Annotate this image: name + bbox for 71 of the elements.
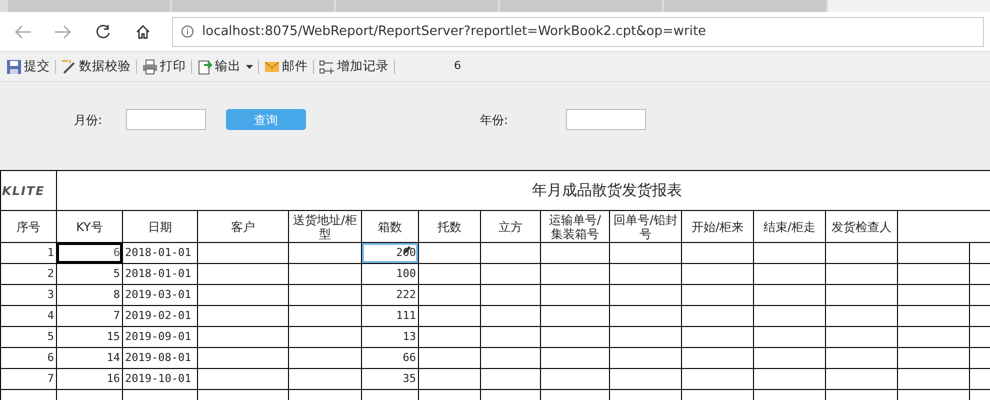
address-bar[interactable]: localhost:8075/WebReport/ReportServer?reportlet=WorkBook2.cpt&op=write: [172, 16, 984, 46]
info-icon: [181, 25, 194, 38]
month-label: 月份:: [74, 112, 102, 128]
print-button[interactable]: 打印: [138, 57, 190, 76]
add-record-icon: [319, 58, 335, 74]
table-cell: 3: [0, 284, 56, 306]
table-cell: 14: [56, 348, 122, 368]
table-cell: 222: [362, 284, 418, 306]
table-cell: 2019-03-01: [122, 284, 198, 306]
year-input[interactable]: [566, 109, 646, 130]
back-arrow-icon: [14, 24, 32, 40]
refresh-icon: [95, 24, 111, 40]
page-number: 6: [454, 58, 461, 74]
export-button[interactable]: 输出: [193, 57, 257, 76]
table-cell: 35: [362, 368, 418, 390]
column-header: 日期: [122, 210, 198, 242]
table-cell: 13: [362, 326, 418, 348]
table-cell: 2019-10-01: [122, 368, 198, 390]
column-header: 回单号/铅封号: [610, 210, 682, 242]
forward-arrow-icon: [54, 24, 72, 40]
submit-button[interactable]: 提交: [2, 57, 54, 76]
logo: KLITE: [0, 170, 56, 210]
column-header: 序号: [0, 210, 56, 242]
add-record-button[interactable]: 增加记录: [315, 57, 393, 76]
wand-icon: [61, 58, 77, 74]
column-header: 客户: [198, 210, 288, 242]
table-cell: 2: [0, 264, 56, 284]
browser-tab[interactable]: [664, 0, 826, 12]
year-label: 年份:: [480, 112, 508, 128]
table-cell: 2019-09-01: [122, 326, 198, 348]
column-header: 运输单号/集装箱号: [540, 210, 610, 242]
table-cell: 16: [56, 368, 122, 390]
printer-icon: [142, 58, 158, 74]
report-title: 年月成品散货发货报表: [56, 170, 990, 210]
browser-tab[interactable]: [828, 0, 990, 12]
column-header: 开始/柜来: [682, 210, 754, 242]
table-cell: 2018-01-01: [122, 242, 198, 264]
validate-button[interactable]: 数据校验: [57, 57, 135, 76]
browser-tab[interactable]: [8, 0, 170, 12]
table-cell: 8: [56, 284, 122, 306]
table-cell: 4: [0, 306, 56, 326]
browser-tab[interactable]: [336, 0, 498, 12]
table-cell: 5: [0, 326, 56, 348]
save-icon: [6, 58, 22, 74]
table-cell: 2019-08-01: [122, 348, 198, 368]
column-header: 箱数: [362, 210, 418, 242]
table-cell: 7: [0, 368, 56, 390]
browser-tab[interactable]: [172, 0, 334, 12]
column-header: 送货地址/柜型: [288, 210, 362, 242]
table-cell: 111: [362, 306, 418, 326]
table-cell: 100: [362, 264, 418, 284]
month-input[interactable]: [126, 109, 206, 130]
mail-button[interactable]: 邮件: [260, 57, 312, 76]
table-cell: 6: [56, 242, 122, 264]
column-header: 结束/柜走: [754, 210, 826, 242]
table-cell: 5: [56, 264, 122, 284]
column-header: 发货检查人: [826, 210, 898, 242]
url-text: localhost:8075/WebReport/ReportServer?reportlet=WorkBook2.cpt&op=write: [202, 22, 706, 41]
envelope-icon: [264, 58, 280, 74]
table-cell: 15: [56, 326, 122, 348]
column-header: 托数: [418, 210, 480, 242]
table-cell: 66: [362, 348, 418, 368]
table-cell: 2018-01-01: [122, 264, 198, 284]
table-cell: 1: [0, 242, 56, 264]
table-cell: 7: [56, 306, 122, 326]
home-icon: [135, 24, 151, 40]
export-icon: [197, 58, 213, 74]
browser-tab[interactable]: [500, 0, 662, 12]
column-header: 立方: [480, 210, 540, 242]
table-cell: 2019-02-01: [122, 306, 198, 326]
table-cell: 6: [0, 348, 56, 368]
